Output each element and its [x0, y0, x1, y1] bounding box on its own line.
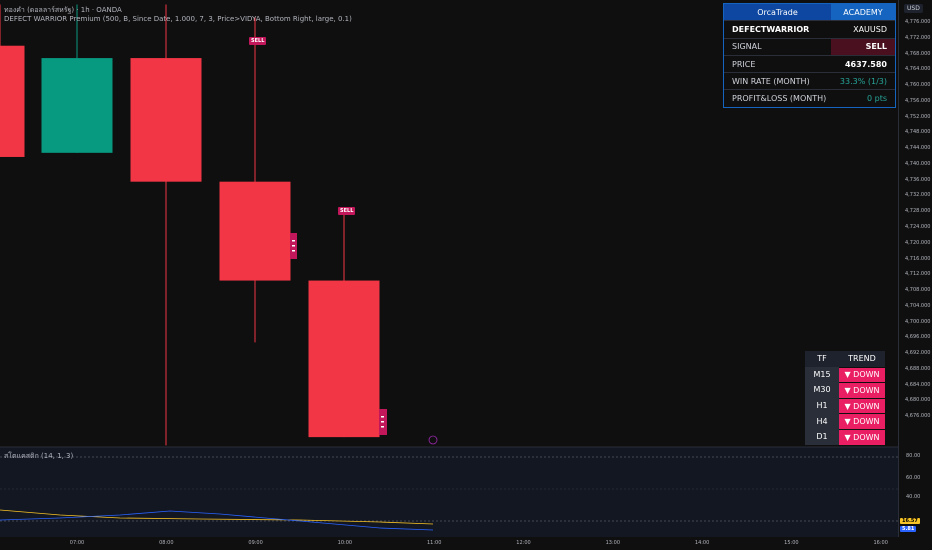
indicator-legend[interactable]: DEFECT WARRIOR Premium (500, B, Since Da… [4, 15, 352, 23]
price-tick: 4,692.000 [905, 350, 931, 357]
trend-header: TREND [839, 351, 885, 367]
time-tick: 13:00 [605, 540, 621, 546]
tf-header: TF [805, 351, 839, 367]
indicator-tick: 80.00 [906, 453, 921, 459]
pnl-value: 0 pts [866, 94, 887, 104]
stoch-d-badge: 5.81 [900, 526, 917, 532]
trend-header-row: TF TREND [805, 351, 885, 367]
price-tick: 4,740.000 [905, 160, 931, 167]
stochastic-legend[interactable]: สโตแคสติก (14, 1, 3) [4, 451, 73, 462]
brand-tag: ACADEMY [831, 4, 895, 21]
time-tick: 15:00 [784, 540, 799, 546]
price-tick: 4,700.000 [905, 318, 931, 325]
signal-marker-bar [292, 240, 295, 242]
indicator-pane [0, 447, 898, 537]
info-row-winrate: WIN RATE (MONTH) 33.3% (1/3) [724, 72, 895, 89]
candle-body[interactable] [308, 280, 380, 438]
replay-icon[interactable] [428, 435, 438, 445]
price-tick: 4,732.000 [905, 192, 931, 199]
sell-signal-label: SELL [338, 207, 356, 215]
price-tick: 4,676.000 [905, 413, 931, 420]
brand-name: OrcaTrade [724, 4, 831, 21]
price-tick: 4,704.000 [905, 302, 931, 309]
timeframe-cell: M30 [805, 382, 839, 398]
price-tick: 4,744.000 [905, 145, 931, 152]
info-value: XAUUSD [853, 24, 887, 34]
signal-marker-bar [292, 250, 295, 252]
price-tick: 4,720.000 [905, 239, 931, 246]
signal-marker-bar [292, 245, 295, 247]
trend-direction-cell: ▼ DOWN [839, 366, 885, 383]
trend-direction-cell: ▼ DOWN [839, 397, 885, 414]
info-row-strategy: DEFECTWARRIOR XAUUSD [724, 20, 895, 37]
time-tick: 09:00 [248, 540, 263, 546]
price-tick: 4,696.000 [905, 334, 931, 341]
price-tick: 4,776.000 [905, 19, 931, 25]
info-label: PRICE [732, 59, 756, 69]
candle-body[interactable] [0, 45, 25, 157]
price-tick: 4,756.000 [905, 97, 931, 104]
time-tick: 16:00 [873, 540, 888, 546]
trend-direction-cell: ▼ DOWN [839, 413, 885, 429]
time-tick: 07:00 [69, 540, 85, 546]
info-header-row: OrcaTrade ACADEMY [724, 4, 895, 21]
winrate-value: 33.3% (1/3) [839, 76, 887, 86]
price-tick: 4,724.000 [905, 224, 931, 230]
price-tick: 4,712.000 [905, 271, 931, 278]
trend-row: H4 ▼ DOWN [805, 413, 885, 429]
chart-area[interactable]: ทองคำ (ดอลลาร์สหรัฐ) · 1h · OANDA DEFECT… [0, 0, 932, 550]
currency-label[interactable]: USD [904, 4, 923, 13]
price-tick: 4,764.000 [905, 66, 931, 73]
signal-marker-bar [381, 421, 384, 423]
stoch-k-badge: 16.57 [900, 518, 920, 524]
trend-row: M15 ▼ DOWN [805, 366, 885, 383]
price-tick: 4,760.000 [905, 82, 931, 89]
time-tick: 14:00 [694, 540, 710, 546]
info-label: DEFECTWARRIOR [732, 24, 810, 34]
sell-signal-label: SELL [249, 37, 267, 45]
timeframe-cell: H1 [805, 397, 839, 414]
price-tick: 4,752.000 [905, 113, 931, 120]
timeframe-cell: M15 [805, 366, 839, 383]
price-tick: 4,748.000 [905, 129, 931, 136]
trend-direction-cell: ▼ DOWN [839, 382, 885, 398]
price-tick: 4,684.000 [905, 381, 931, 388]
candle-body[interactable] [130, 58, 202, 182]
price-value: 4637.580 [844, 59, 887, 69]
info-row-pnl: PROFIT&LOSS (MONTH) 0 pts [724, 89, 895, 106]
price-tick: 4,772.000 [905, 34, 931, 41]
price-tick: 4,728.000 [905, 208, 931, 215]
info-row-signal: SIGNAL SELL [724, 37, 895, 55]
time-tick: 12:00 [516, 540, 531, 546]
timeframe-cell: D1 [805, 428, 839, 445]
trend-row: D1 ▼ DOWN [805, 428, 885, 445]
orcatrade-info-panel: OrcaTrade ACADEMY DEFECTWARRIOR XAUUSD S… [723, 3, 896, 108]
price-tick: 4,688.000 [905, 365, 931, 372]
info-label: SIGNAL [732, 42, 762, 52]
price-tick: 4,736.000 [905, 176, 931, 183]
signal-marker-bar [381, 426, 384, 428]
info-label: PROFIT&LOSS (MONTH) [732, 94, 827, 104]
signal-value: SELL [831, 38, 895, 55]
time-tick: 11:00 [426, 540, 442, 546]
trend-direction-cell: ▼ DOWN [839, 428, 885, 445]
price-tick: 4,716.000 [905, 255, 931, 262]
info-label: WIN RATE (MONTH) [732, 76, 810, 86]
signal-marker-bar [381, 416, 384, 418]
trend-table: TF TREND M15 ▼ DOWN M30 ▼ DOWN H1 ▼ DOWN H4 ▼ D… [805, 351, 885, 445]
indicator-tick: 40.00 [906, 494, 921, 500]
time-tick: 08:00 [159, 540, 174, 546]
info-row-price: PRICE 4637.580 [724, 54, 895, 72]
price-tick: 4,708.000 [905, 287, 931, 294]
time-tick: 10:00 [337, 540, 353, 546]
price-tick: 4,680.000 [905, 397, 931, 404]
indicator-tick: 60.00 [906, 475, 921, 481]
trend-row: H1 ▼ DOWN [805, 397, 885, 414]
candle-body[interactable] [41, 58, 113, 153]
trend-row: M30 ▼ DOWN [805, 382, 885, 398]
candle-body[interactable] [219, 181, 291, 281]
timeframe-cell: H4 [805, 413, 839, 429]
price-tick: 4,768.000 [905, 50, 931, 57]
